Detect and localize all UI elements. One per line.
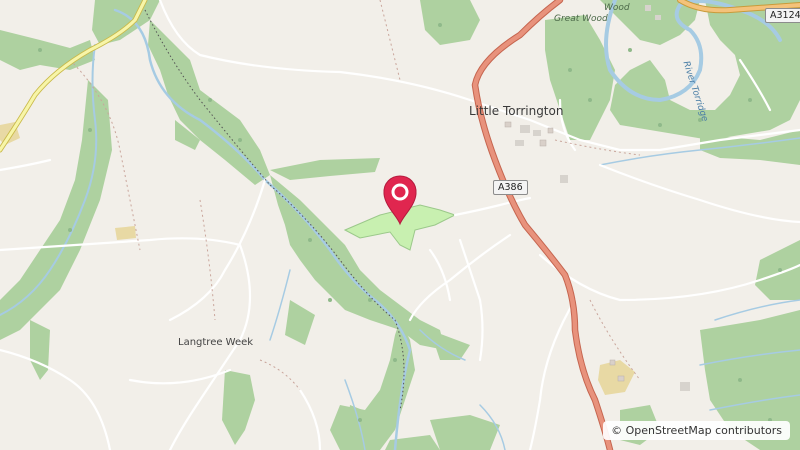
road-shield-a386: A386 (493, 180, 528, 195)
road-shield-a3124: A3124 (765, 8, 800, 23)
map-view[interactable]: Little Torrington Langtree Week Great Wo… (0, 0, 800, 450)
wood-label-great-wood: Great Wood (554, 14, 608, 24)
map-attribution[interactable]: © OpenStreetMap contributors (603, 421, 790, 440)
location-marker-icon (383, 175, 417, 226)
place-label-langtree-week: Langtree Week (178, 337, 254, 348)
wood-label-wood: Wood (604, 3, 630, 13)
map-pin-icon[interactable] (379, 172, 421, 226)
place-label-little-torrington: Little Torrington (469, 104, 564, 118)
